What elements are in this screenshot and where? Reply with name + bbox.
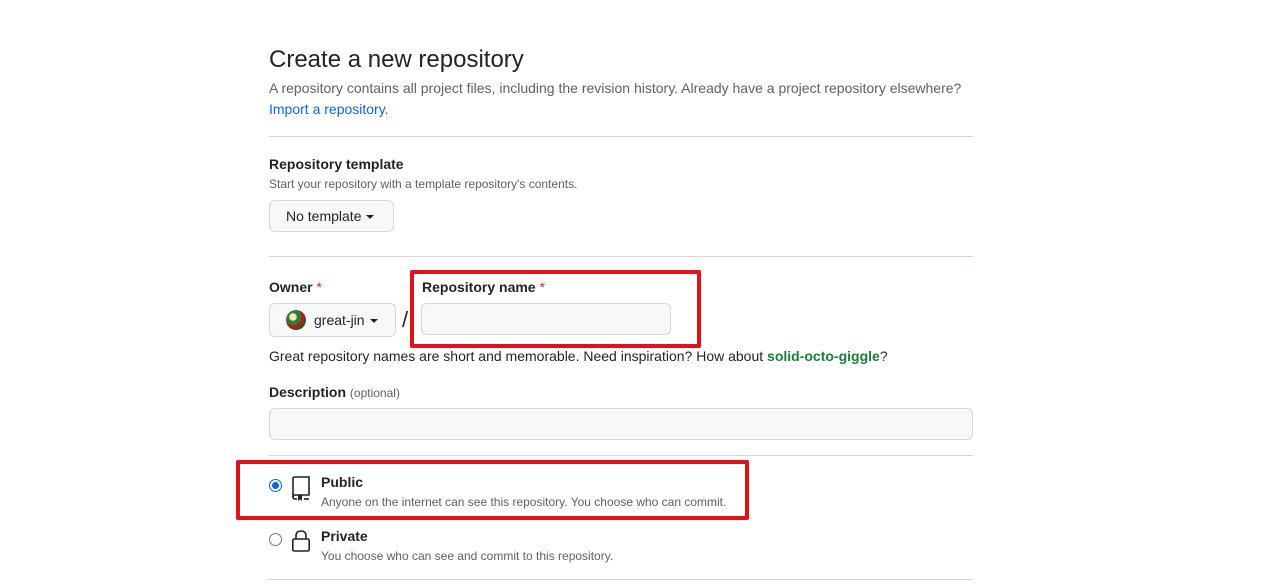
- suggested-name-link[interactable]: solid-octo-giggle: [767, 348, 880, 364]
- owner-dropdown-button[interactable]: great-jin: [269, 303, 396, 337]
- required-mark: *: [316, 279, 322, 295]
- template-button-label: No template: [286, 208, 362, 224]
- repo-name-highlight-box: [410, 270, 701, 348]
- page-subtitle: A repository contains all project files,…: [269, 78, 979, 120]
- divider: [269, 455, 973, 456]
- repo-name-suggestion: Great repository names are short and mem…: [269, 348, 888, 364]
- divider: [269, 579, 973, 580]
- caret-down-icon: [366, 214, 375, 219]
- lock-icon: [291, 530, 310, 552]
- divider: [269, 136, 973, 137]
- description-label: Description (optional): [269, 384, 400, 400]
- template-label: Repository template: [269, 156, 404, 172]
- public-option-highlight-box: [236, 460, 749, 520]
- avatar: [286, 310, 306, 330]
- private-radio[interactable]: [269, 533, 282, 546]
- owner-repo-separator: /: [402, 307, 409, 332]
- description-input[interactable]: [269, 408, 973, 440]
- owner-value: great-jin: [314, 312, 365, 328]
- suggestion-end: ?: [879, 348, 888, 364]
- description-optional: (optional): [349, 386, 400, 400]
- owner-label-text: Owner: [269, 279, 313, 295]
- import-repository-link[interactable]: Import a repository.: [269, 101, 389, 117]
- page-title: Create a new repository: [269, 46, 524, 73]
- owner-label: Owner *: [269, 279, 322, 295]
- suggestion-text: Great repository names are short and mem…: [269, 348, 764, 364]
- caret-down-icon: [369, 318, 378, 323]
- subtitle-text: A repository contains all project files,…: [269, 80, 962, 96]
- template-dropdown-button[interactable]: No template: [269, 200, 394, 232]
- private-option-title: Private: [321, 528, 368, 544]
- description-label-text: Description: [269, 384, 347, 400]
- template-note: Start your repository with a template re…: [269, 177, 578, 191]
- private-option-desc: You choose who can see and commit to thi…: [321, 549, 614, 563]
- divider: [269, 256, 973, 257]
